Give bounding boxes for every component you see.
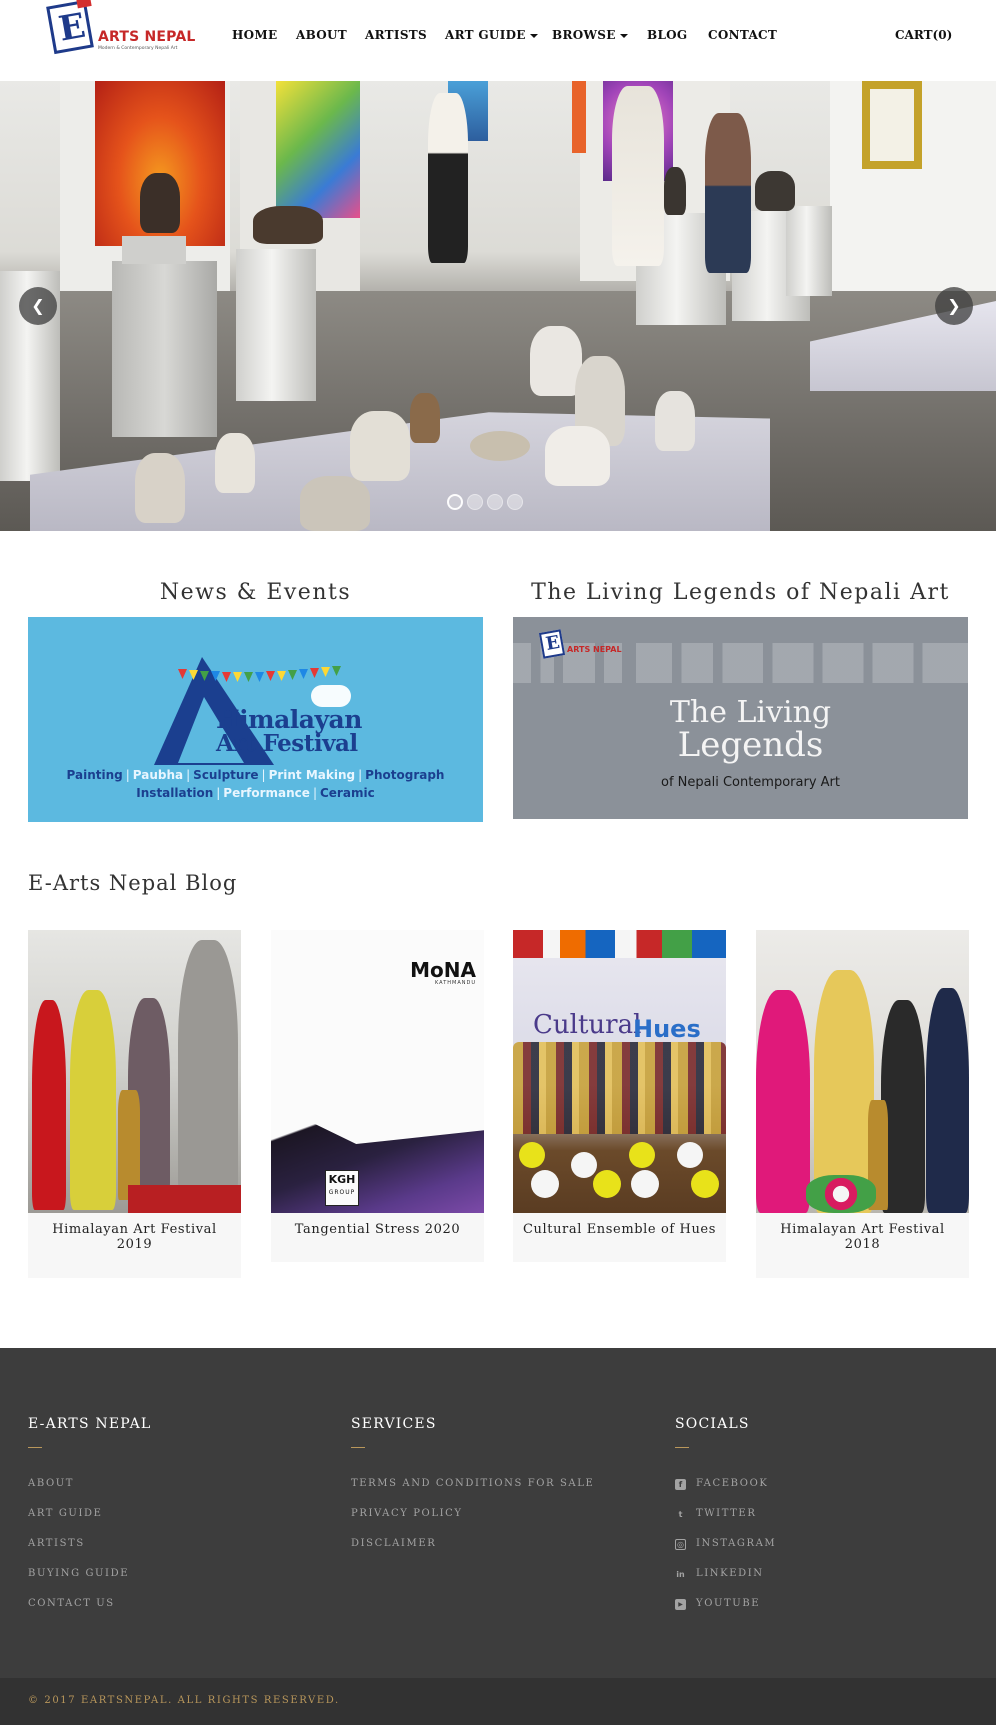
logo-emblem: E xyxy=(46,0,94,55)
painting-red-strip xyxy=(572,81,586,153)
carousel-dot-1[interactable] xyxy=(447,494,463,510)
logo-flag-icon xyxy=(76,0,92,9)
carousel-dot-4[interactable] xyxy=(507,494,523,510)
logo-title: ARTS NEPAL xyxy=(98,29,196,45)
festival-title-line2: Art Festival xyxy=(216,730,358,757)
footer-link-privacy[interactable]: Privacy Policy xyxy=(351,1508,463,1520)
copyright-bar: © 2017 EARTSNEPAL. ALL RIGHTS RESERVED. xyxy=(0,1678,996,1725)
twitter-icon: t xyxy=(678,1510,683,1519)
nav-blog[interactable]: BLOG xyxy=(647,27,687,43)
footer-link-contact-us[interactable]: Contact Us xyxy=(28,1598,115,1610)
blog-heading: E-Arts Nepal Blog xyxy=(28,871,238,895)
blog-card-title: Himalayan Art Festival 2019 xyxy=(52,1222,217,1252)
festival-categories-row2: Installation | Performance | Ceramic xyxy=(136,786,375,800)
blog-card[interactable]: Cultural Hues Cultural Ensemble of Hues xyxy=(513,930,726,1262)
logo-tagline: Modern & Contemporary Nepali Art xyxy=(98,46,178,51)
carousel-next-button[interactable]: ❯ xyxy=(935,287,973,325)
cart-link[interactable]: CART(0) xyxy=(895,27,952,43)
footer-link-artists[interactable]: Artists xyxy=(28,1538,85,1550)
nav-about[interactable]: ABOUT xyxy=(296,27,347,43)
footer-link-disclaimer[interactable]: Disclaimer xyxy=(351,1538,436,1550)
blog-card-title: Tangential Stress 2020 xyxy=(294,1222,461,1237)
nav-contact[interactable]: CONTACT xyxy=(708,27,777,43)
blog-card-image: Cultural Hues xyxy=(513,930,726,1213)
footer-link-linkedin[interactable]: LinkedIn xyxy=(696,1568,764,1580)
linkedin-icon: in xyxy=(676,1570,685,1579)
carousel-prev-button[interactable]: ❮ xyxy=(19,287,57,325)
visitor-figure xyxy=(612,86,664,266)
blog-card-title: Cultural Ensemble of Hues xyxy=(522,1222,717,1237)
blog-card[interactable]: MoNA KATHMANDU KGH GROUP Tangential Stre… xyxy=(271,930,484,1262)
cloud-icon xyxy=(311,685,351,707)
footer-heading-socials: SOCIALS xyxy=(675,1416,750,1432)
blog-card[interactable]: Himalayan Art Festival 2018 xyxy=(756,930,969,1278)
footer-heading-services: SERVICES xyxy=(351,1416,437,1432)
logo-letter: E xyxy=(55,5,89,50)
news-events-heading: News & Events xyxy=(159,580,352,605)
footer-heading-earts: E-ARTS NEPAL xyxy=(28,1416,152,1432)
living-legends-heading: The Living Legends of Nepali Art xyxy=(531,580,950,605)
footer-link-about[interactable]: About xyxy=(28,1478,74,1490)
nav-home[interactable]: HOME xyxy=(232,27,277,43)
footer-link-art-guide[interactable]: Art Guide xyxy=(28,1508,103,1520)
instagram-icon: ◎ xyxy=(675,1539,686,1550)
nav-art-guide[interactable]: ART GUIDE xyxy=(445,27,538,43)
painting-colorful xyxy=(276,81,360,218)
nav-artists[interactable]: ARTISTS xyxy=(365,27,427,43)
chevron-left-icon: ❮ xyxy=(31,296,45,315)
visitor-figure xyxy=(705,113,751,273)
site-header: E ARTS NEPAL Modern & Contemporary Nepal… xyxy=(0,0,996,81)
festival-categories-row1: Painting | Paubha | Sculpture | Print Making | P… xyxy=(66,768,445,782)
chevron-right-icon: ❯ xyxy=(947,296,961,315)
copyright-text: © 2017 EARTSNEPAL. ALL RIGHTS RESERVED. xyxy=(28,1695,340,1706)
blog-card-title: Himalayan Art Festival 2018 xyxy=(780,1222,945,1252)
footer-link-youtube[interactable]: YouTube xyxy=(696,1598,760,1610)
chevron-down-icon xyxy=(529,33,538,38)
footer-link-instagram[interactable]: Instagram xyxy=(696,1538,776,1550)
living-legends-banner[interactable]: E ARTS NEPAL The Living Legends of Nepal… xyxy=(513,617,968,819)
news-events-banner[interactable]: Himalayan Art Festival Painting | Paubha | S… xyxy=(28,617,483,822)
prayer-flags-icon xyxy=(178,666,348,683)
carousel-dot-3[interactable] xyxy=(487,494,503,510)
youtube-icon: ▶ xyxy=(675,1599,686,1610)
footer-link-terms[interactable]: Terms and Conditions for Sale xyxy=(351,1478,594,1490)
site-logo[interactable]: E ARTS NEPAL Modern & Contemporary Nepal… xyxy=(46,0,195,55)
chevron-down-icon xyxy=(619,33,628,38)
facebook-icon: f xyxy=(675,1479,686,1490)
carousel-dot-2[interactable] xyxy=(467,494,483,510)
legends-line2: Legends xyxy=(677,725,824,765)
blog-card[interactable]: Himalayan Art Festival 2019 xyxy=(28,930,241,1278)
footer-link-buying-guide[interactable]: Buying Guide xyxy=(28,1568,129,1580)
painting-gold-frame xyxy=(862,81,922,169)
footer-link-facebook[interactable]: Facebook xyxy=(696,1478,768,1490)
footer-link-twitter[interactable]: Twitter xyxy=(696,1508,756,1520)
legends-line3: of Nepali Contemporary Art xyxy=(660,775,840,790)
blog-card-image xyxy=(756,930,969,1213)
blog-card-image: MoNA KATHMANDU KGH GROUP xyxy=(271,930,484,1213)
visitor-figure xyxy=(428,93,468,263)
nav-browse[interactable]: BROWSE xyxy=(552,27,628,43)
blog-card-image xyxy=(28,930,241,1213)
hero-carousel: ❮ ❯ xyxy=(0,81,996,531)
site-footer: E-ARTS NEPAL About Art Guide Artists Buy… xyxy=(0,1348,996,1678)
